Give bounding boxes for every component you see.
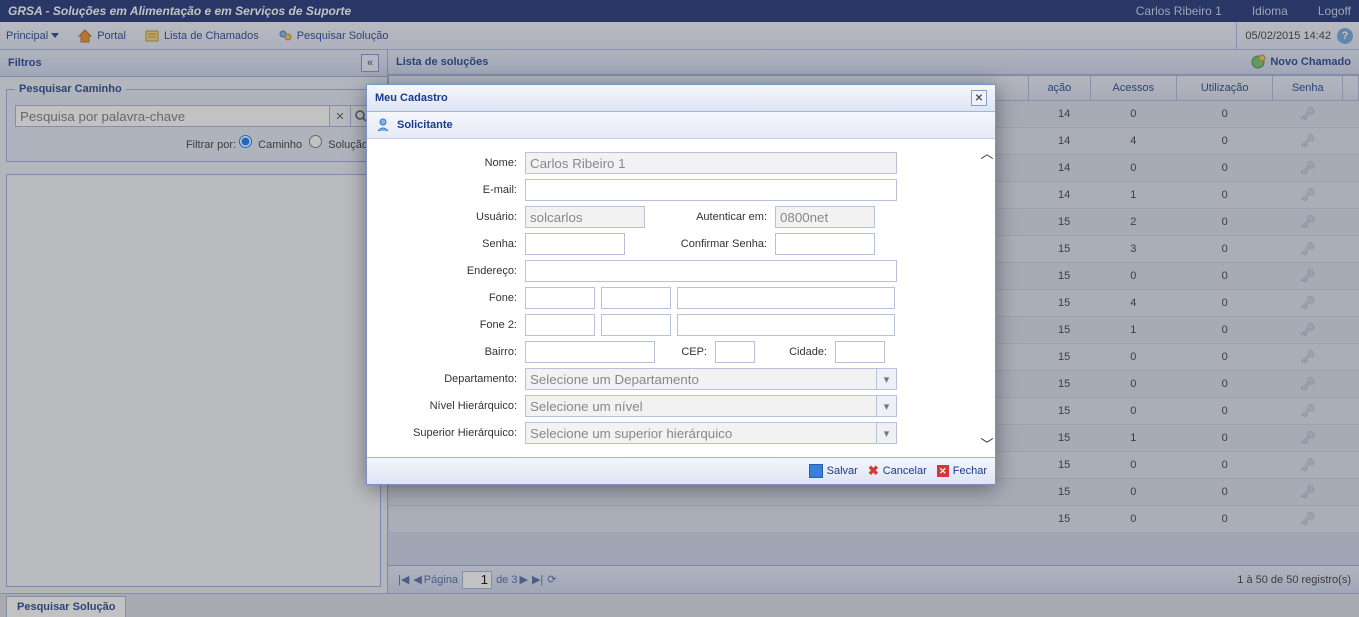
input-fone2-number[interactable] (677, 314, 895, 336)
close-icon: ✕ (937, 465, 949, 477)
cancel-icon: ✖ (868, 463, 879, 479)
input-fone2-ddd[interactable] (525, 314, 595, 336)
label-nivel: Nível Hierárquico: (377, 400, 525, 412)
label-usuario: Usuário: (377, 211, 525, 223)
label-nome: Nome: (377, 157, 525, 169)
label-cidade: Cidade: (755, 346, 835, 358)
label-auth: Autenticar em: (645, 211, 775, 223)
scroll-up-icon[interactable]: ︿ (980, 143, 993, 162)
input-usuario (525, 206, 645, 228)
label-senha: Senha: (377, 238, 525, 250)
select-departamento[interactable]: ▾ (525, 368, 897, 390)
input-fone-number[interactable] (677, 287, 895, 309)
input-cidade[interactable] (835, 341, 885, 363)
modal-close-button[interactable]: ✕ (971, 90, 987, 106)
close-button[interactable]: ✕Fechar (937, 463, 987, 479)
label-superior: Superior Hierárquico: (377, 427, 525, 439)
input-fone2-prefix[interactable] (601, 314, 671, 336)
input-fone-prefix[interactable] (601, 287, 671, 309)
label-email: E-mail: (377, 184, 525, 196)
input-bairro[interactable] (525, 341, 655, 363)
select-nivel[interactable]: ▾ (525, 395, 897, 417)
modal-footer: Salvar ✖Cancelar ✕Fechar (367, 457, 995, 484)
label-departamento: Departamento: (377, 373, 525, 385)
input-endereco[interactable] (525, 260, 897, 282)
input-auth (775, 206, 875, 228)
chevron-down-icon: ▾ (877, 422, 897, 444)
cancel-button[interactable]: ✖Cancelar (868, 463, 927, 479)
label-fone2: Fone 2: (377, 319, 525, 331)
chevron-down-icon: ▾ (877, 395, 897, 417)
person-icon (375, 117, 391, 133)
input-nome (525, 152, 897, 174)
label-fone: Fone: (377, 292, 525, 304)
input-confirmar-senha[interactable] (775, 233, 875, 255)
modal-scrollbar[interactable]: ︿ ﹀ (979, 139, 995, 457)
modal-body: ︿ ﹀ Nome: E-mail: Usuário: Autenticar em… (367, 139, 995, 457)
modal-title: Meu Cadastro (375, 92, 448, 104)
select-superior[interactable]: ▾ (525, 422, 897, 444)
save-button[interactable]: Salvar (809, 463, 858, 479)
save-icon (809, 464, 823, 478)
input-cep[interactable] (715, 341, 755, 363)
modal-header: Meu Cadastro ✕ (367, 85, 995, 112)
modal-section-solicitante: Solicitante (367, 112, 995, 139)
chevron-down-icon: ▾ (877, 368, 897, 390)
label-confirmar-senha: Confirmar Senha: (625, 238, 775, 250)
meu-cadastro-modal: Meu Cadastro ✕ Solicitante ︿ ﹀ Nome: E-m… (366, 84, 996, 485)
input-senha[interactable] (525, 233, 625, 255)
label-endereco: Endereço: (377, 265, 525, 277)
input-fone-ddd[interactable] (525, 287, 595, 309)
input-email[interactable] (525, 179, 897, 201)
scroll-down-icon[interactable]: ﹀ (980, 434, 993, 453)
label-bairro: Bairro: (377, 346, 525, 358)
label-cep: CEP: (655, 346, 715, 358)
